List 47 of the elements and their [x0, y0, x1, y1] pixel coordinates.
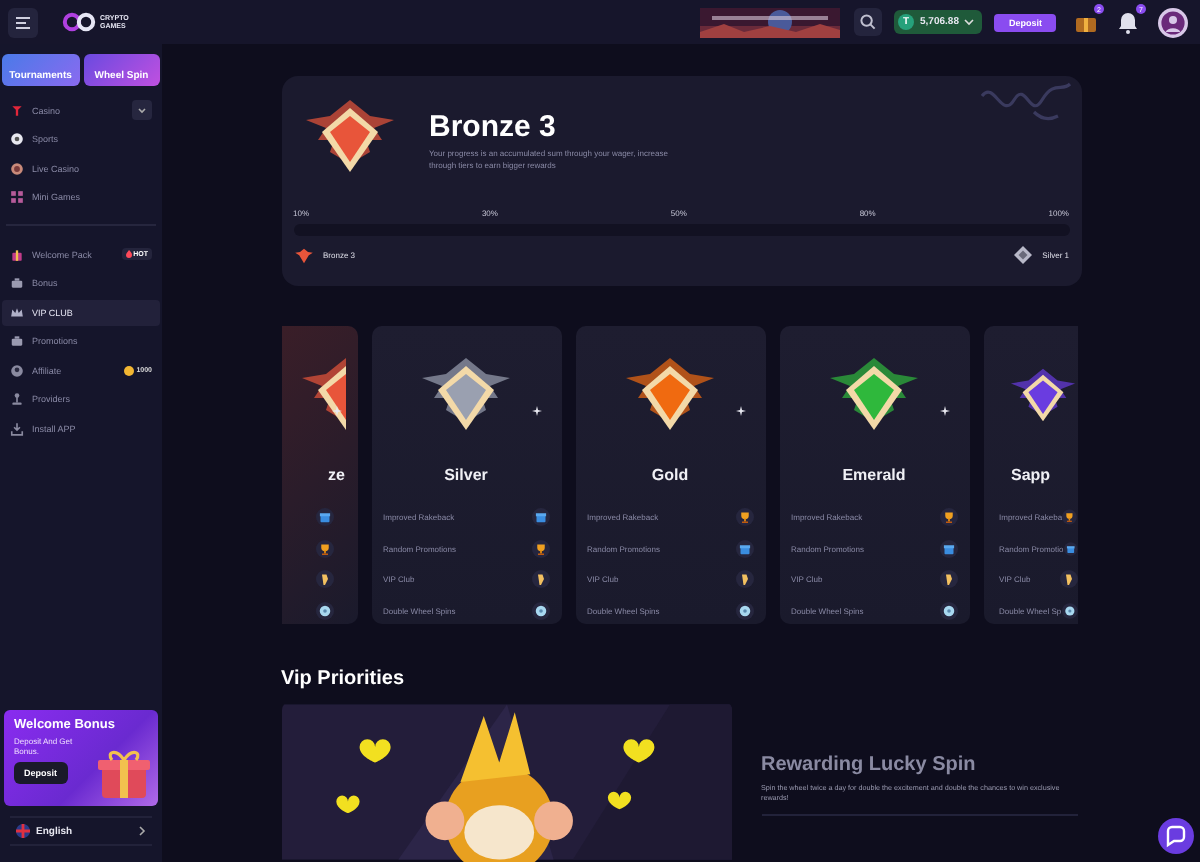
trophy-icon: [939, 508, 957, 527]
chat-button[interactable]: [1158, 818, 1194, 854]
bell-icon[interactable]: [1116, 10, 1140, 34]
search-icon[interactable]: [854, 8, 883, 36]
tier-name: Emerald: [840, 466, 908, 485]
menu-icon[interactable]: [8, 7, 38, 37]
gift-box-icon: [315, 508, 333, 527]
coin-icon: [124, 365, 135, 376]
gift-box-icon: [1063, 539, 1077, 558]
menu-item-icon: [10, 363, 24, 378]
tier-title: Bronze 3: [429, 110, 558, 144]
gift-box-icon: [939, 539, 957, 558]
flame-icon: [125, 250, 132, 259]
chevron-icon: [138, 826, 146, 836]
menu-item-icon: [10, 421, 24, 436]
trophy-icon: [531, 539, 549, 558]
tier-name: Silver: [442, 466, 490, 485]
menu-item-icon: [10, 392, 24, 407]
flag-icon: [16, 824, 30, 838]
trophy-icon: [315, 539, 333, 558]
emblem-icon: [293, 247, 313, 263]
tier-name: ze: [326, 466, 345, 485]
section-title: Vip Priorities: [281, 668, 407, 690]
emblem-icon: [1014, 246, 1033, 264]
wheel-icon: [735, 601, 753, 620]
menu-item-icon: [10, 247, 24, 262]
wheel-icon: [1061, 601, 1077, 620]
gift-icon: [96, 748, 152, 800]
doodle-drawing: [977, 80, 1073, 124]
tier-name: Gold: [649, 466, 691, 485]
tier-name: Sapp: [1009, 466, 1053, 485]
chevron-icon: [964, 18, 975, 26]
menu-item-icon: [10, 276, 24, 291]
gift-box-icon: [735, 539, 753, 558]
menu-item-icon: [10, 305, 24, 320]
menu-item-icon: [10, 190, 24, 205]
logo-icon: [62, 12, 96, 32]
wheel-icon: [315, 601, 333, 620]
menu-item-icon: [10, 334, 24, 349]
wheel-icon: [939, 601, 957, 620]
wheel-icon: [531, 601, 549, 620]
trophy-icon: [735, 508, 753, 527]
feature-title: Rewarding Lucky Spin: [761, 754, 978, 776]
avatar-icon[interactable]: [1158, 7, 1188, 37]
expand-button[interactable]: [132, 100, 152, 121]
trophy-icon: [1062, 508, 1077, 527]
gift-box-icon: [531, 508, 549, 527]
